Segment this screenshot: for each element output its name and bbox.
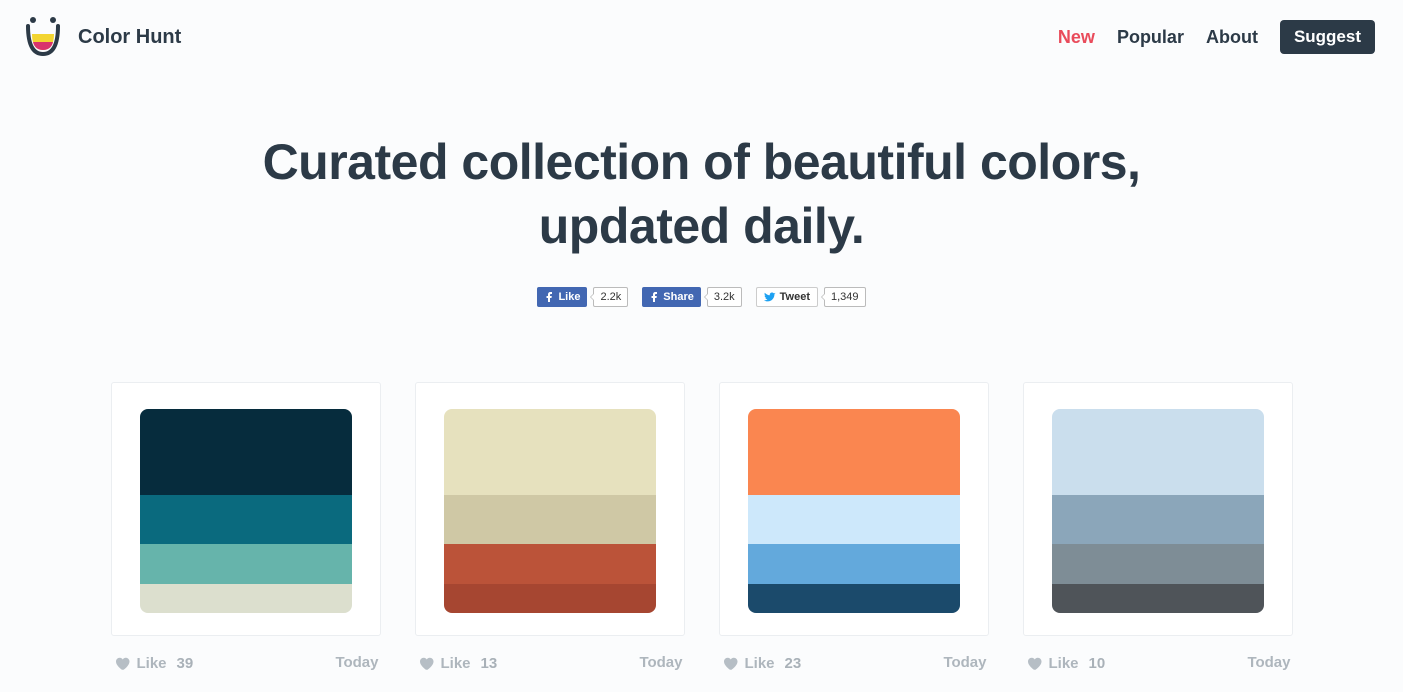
like-button[interactable]: Like 13 bbox=[417, 654, 498, 672]
swatch bbox=[140, 544, 352, 585]
palette-date: Today bbox=[943, 654, 986, 672]
palette-date: Today bbox=[1247, 654, 1290, 672]
tw-label: Tweet bbox=[780, 291, 810, 303]
nav-popular[interactable]: Popular bbox=[1117, 27, 1184, 48]
palette-meta: Like 13 Today bbox=[415, 654, 685, 672]
hero: Curated collection of beautiful colors, … bbox=[0, 66, 1403, 322]
facebook-like-button[interactable]: Like 2.2k bbox=[537, 286, 628, 308]
swatch bbox=[1052, 544, 1264, 585]
like-label: Like bbox=[1049, 655, 1079, 672]
palette bbox=[748, 409, 960, 613]
fb-like-count: 2.2k bbox=[593, 287, 628, 307]
palette-card[interactable] bbox=[1023, 382, 1293, 636]
nav-about[interactable]: About bbox=[1206, 27, 1258, 48]
heart-icon bbox=[113, 654, 131, 672]
palette-grid bbox=[0, 322, 1403, 646]
heart-icon bbox=[1025, 654, 1043, 672]
palette-card[interactable] bbox=[111, 382, 381, 636]
suggest-button[interactable]: Suggest bbox=[1280, 20, 1375, 54]
swatch bbox=[140, 584, 352, 613]
heart-icon bbox=[721, 654, 739, 672]
palette-meta: Like 23 Today bbox=[719, 654, 989, 672]
swatch bbox=[140, 409, 352, 495]
swatch bbox=[140, 495, 352, 544]
social-buttons: Like 2.2k Share 3.2k Tweet 1,349 bbox=[40, 286, 1363, 308]
like-count: 23 bbox=[785, 655, 802, 672]
twitter-icon bbox=[764, 291, 776, 303]
palette-meta: Like 39 Today bbox=[111, 654, 381, 672]
palette bbox=[1052, 409, 1264, 613]
like-count: 39 bbox=[177, 655, 194, 672]
swatch bbox=[444, 495, 656, 544]
brand[interactable]: Color Hunt bbox=[22, 16, 181, 58]
swatch bbox=[748, 544, 960, 585]
like-button[interactable]: Like 23 bbox=[721, 654, 802, 672]
palette-card[interactable] bbox=[719, 382, 989, 636]
facebook-icon bbox=[649, 292, 659, 302]
like-label: Like bbox=[745, 655, 775, 672]
logo-icon bbox=[22, 16, 64, 58]
swatch bbox=[748, 409, 960, 495]
swatch bbox=[1052, 495, 1264, 544]
hero-headline: Curated collection of beautiful colors, … bbox=[212, 130, 1192, 258]
palette bbox=[444, 409, 656, 613]
like-count: 10 bbox=[1089, 655, 1106, 672]
palette-date: Today bbox=[335, 654, 378, 672]
header: Color Hunt New Popular About Suggest bbox=[0, 0, 1403, 66]
swatch bbox=[444, 544, 656, 585]
palette-meta-row: Like 39 Today Like 13 Today Like bbox=[0, 646, 1403, 692]
brand-name: Color Hunt bbox=[78, 26, 181, 49]
facebook-icon bbox=[544, 292, 554, 302]
palette-meta: Like 10 Today bbox=[1023, 654, 1293, 672]
palette bbox=[140, 409, 352, 613]
fb-share-count: 3.2k bbox=[707, 287, 742, 307]
swatch bbox=[748, 495, 960, 544]
facebook-share-button[interactable]: Share 3.2k bbox=[642, 286, 741, 308]
like-button[interactable]: Like 10 bbox=[1025, 654, 1106, 672]
swatch bbox=[444, 409, 656, 495]
like-label: Like bbox=[441, 655, 471, 672]
fb-like-label: Like bbox=[558, 291, 580, 303]
swatch bbox=[444, 584, 656, 613]
tw-count: 1,349 bbox=[824, 287, 866, 307]
like-button[interactable]: Like 39 bbox=[113, 654, 194, 672]
swatch bbox=[748, 584, 960, 613]
twitter-tweet-button[interactable]: Tweet 1,349 bbox=[756, 286, 866, 308]
swatch bbox=[1052, 584, 1264, 613]
palette-card[interactable] bbox=[415, 382, 685, 636]
like-count: 13 bbox=[481, 655, 498, 672]
palette-date: Today bbox=[639, 654, 682, 672]
nav-new[interactable]: New bbox=[1058, 27, 1095, 48]
heart-icon bbox=[417, 654, 435, 672]
fb-share-label: Share bbox=[663, 291, 694, 303]
main-nav: New Popular About Suggest bbox=[1058, 20, 1375, 54]
swatch bbox=[1052, 409, 1264, 495]
like-label: Like bbox=[137, 655, 167, 672]
